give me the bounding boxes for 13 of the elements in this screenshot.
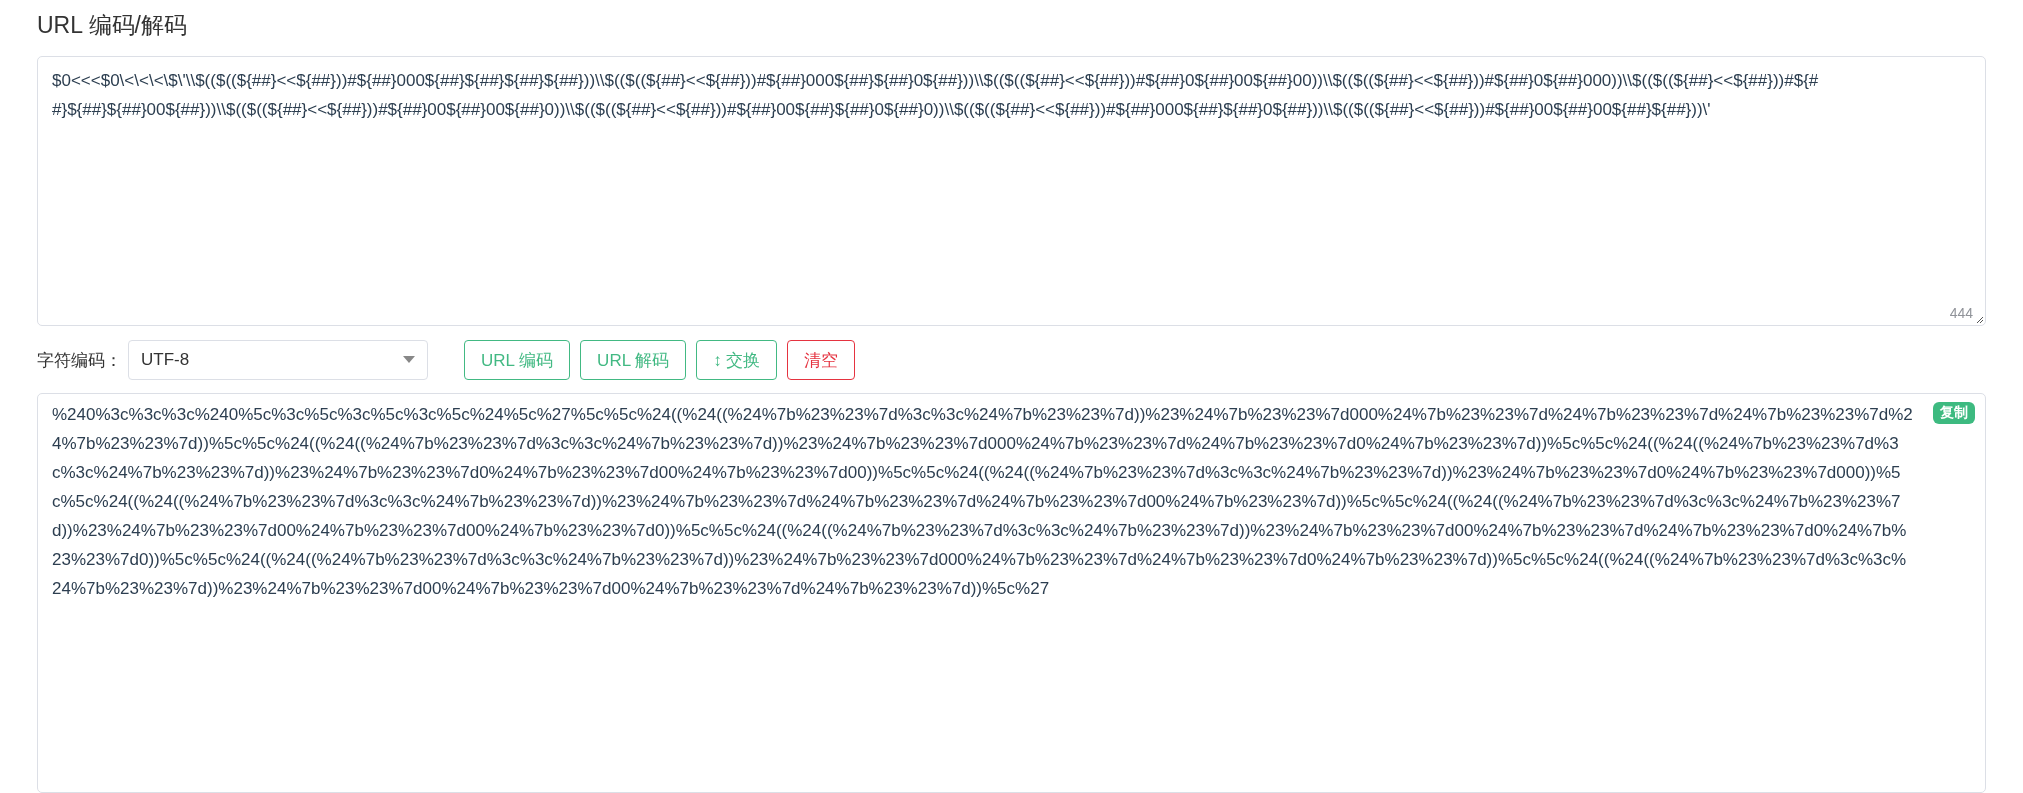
action-button[interactable]: 清空 [787,340,856,380]
page-title: URL 编码/解码 [37,11,187,40]
char-count: 444 [1949,305,1973,321]
action-button[interactable]: URL 编码 [464,340,571,380]
caret-icon [403,356,415,364]
copy-button[interactable]: 复制 [1933,402,1975,424]
input-field[interactable]: $0<<<$0\<\<\<\$\'\\$(($((${##}<<${##}))#${##}000${##}${##}${##}${##}))\\$(($((${##}<<${##}))#${##}000${##}${##}0${##}))\\$(($((${##}<<${##}))#${##}0${##}00${##}00))\\$(($((${##}<<${##}))#${##}0${##}000))\\$(($((${##}<<${##}))#${##}${##}${##}00${##}))\\$(($((${##}<<${##}))#${##}00${##}00${##}0))\\$(($((${##}<<${##}))#${##}00${##}${##}0${##}0))\\$(($((${##}<<${##}))#${##}000${##}${##}0${##}))\\$(($((${##}<<${##}))#${##}00${##}00${##}${##}))\' 444 [37,56,1986,326]
charset-label: 字符编码： [37,349,122,372]
action-button[interactable]: URL 解码 [580,340,687,380]
charset-select[interactable]: UTF-8 [128,340,428,380]
action-button[interactable]: ↕ 交换 [696,340,778,380]
resize-grip-icon[interactable] [1976,316,1984,324]
output-field[interactable]: %240%3c%3c%3c%240%5c%3c%5c%3c%5c%3c%5c%24%5c%27%5c%5c%24((%24((%24%7b%23%23%7d%3c%3c%24%7b%23%23%7d))%23%24%7b%23%23%7d000%24%7b%23%23%7d%24%7b%23%23%7d%24%7b%23%23%7d%24%7b%23%23%7d))%5c%5c%24((%24((%24%7b%23%23%7d%3c%3c%24%7b%23%23%7d))%23%24%7b%23%23%7d000%24%7b%23%23%7d%24%7b%23%23%7d0%24%7b%23%23%7d))%5c%5c%24((%24((%24%7b%23%23%7d%3c%3c%24%7b%23%23%7d))%23%24%7b%23%23%7d0%24%7b%23%23%7d00%24%7b%23%23%7d00))%5c%5c%24((%24((%24%7b%23%23%7d%3c%3c%24%7b%23%23%7d))%23%24%7b%23%23%7d0%24%7b%23%23%7d000))%5c%5c%24((%24((%24%7b%23%23%7d%3c%3c%24%7b%23%23%7d))%23%24%7b%23%23%7d%24%7b%23%23%7d%24%7b%23%23%7d00%24%7b%23%23%7d))%5c%5c%24((%24((%24%7b%23%23%7d%3c%3c%24%7b%23%23%7d))%23%24%7b%23%23%7d00%24%7b%23%23%7d00%24%7b%23%23%7d0))%5c%5c%24((%24((%24%7b%23%23%7d%3c%3c%24%7b%23%23%7d))%23%24%7b%23%23%7d00%24%7b%23%23%7d%24%7b%23%23%7d0%24%7b%23%23%7d0))%5c%5c%24((%24((%24%7b%23%23%7d%3c%3c%24%7b%23%23%7d))%23%24%7b%23%23%7d000%24%7b%23%23%7d%24%7b%23%23%7d0%24%7b%23%23%7d))%5c%5c%24((%24((%24%7b%23%23%7d%3c%3c%24%7b%23%23%7d))%23%24%7b%23%23%7d00%24%7b%23%23%7d00%24%7b%23%23%7d%24%7b%23%23%7d))%5c%27 复制 [37,393,1986,793]
